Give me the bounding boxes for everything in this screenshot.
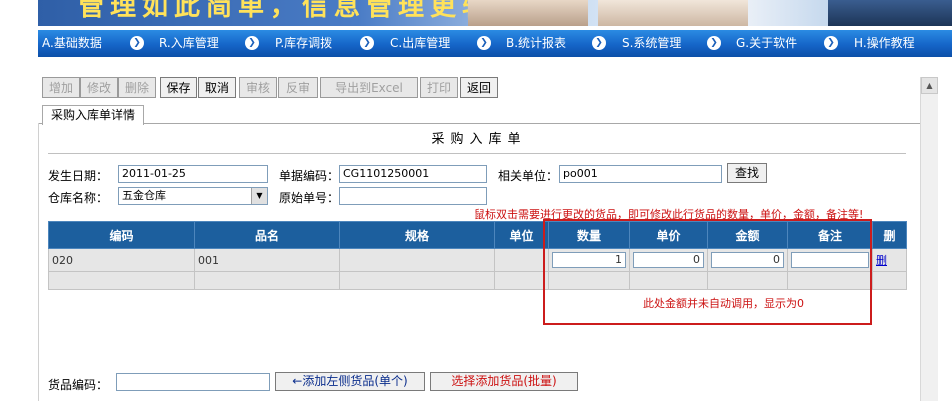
original-number-field[interactable]: [339, 187, 487, 205]
edit-button[interactable]: 修改: [80, 77, 118, 98]
original-number-label: 原始单号：: [279, 191, 340, 205]
menu-item-tutorial[interactable]: H.操作教程: [854, 30, 915, 57]
banner-photo: [828, 0, 952, 26]
col-header-unit: 单位: [494, 221, 549, 249]
chevron-right-icon: ❯: [824, 36, 838, 50]
form-title: 采购入库单: [431, 132, 527, 147]
menu-item-about[interactable]: G.关于软件: [736, 30, 797, 57]
delete-row-link[interactable]: 删: [876, 254, 887, 267]
col-header-code: 编码: [48, 221, 195, 249]
tab-purchase-detail[interactable]: 采购入库单详情: [42, 105, 145, 125]
goods-code-label: 货品编码：: [48, 378, 109, 392]
cell-delete: 删: [872, 248, 907, 272]
audit-button[interactable]: 审核: [239, 77, 277, 98]
col-header-spec: 规格: [339, 221, 495, 249]
print-button[interactable]: 打印: [420, 77, 458, 98]
date-label: 发生日期：: [48, 169, 109, 183]
chevron-right-icon: ❯: [360, 36, 374, 50]
chevron-right-icon: ❯: [130, 36, 144, 50]
add-left-goods-button[interactable]: ←添加左侧货品(单个): [275, 372, 425, 391]
back-button[interactable]: 返回: [460, 77, 498, 98]
cell-code: 020: [48, 248, 195, 272]
vertical-scrollbar[interactable]: ▲: [920, 77, 938, 401]
warehouse-value: 五金仓库: [122, 189, 166, 202]
divider: [48, 153, 906, 154]
code-field[interactable]: CG1101250001: [339, 165, 487, 183]
banner-photo: [598, 0, 748, 26]
menu-item-stock-in[interactable]: R.入库管理: [159, 30, 219, 57]
chevron-right-icon: ❯: [592, 36, 606, 50]
menu-item-reports[interactable]: B.统计报表: [506, 30, 566, 57]
delete-button[interactable]: 删除: [118, 77, 156, 98]
cell-unit: [494, 248, 549, 272]
empty-cell: [872, 271, 907, 290]
header-banner: 管理如此简单，信息管理更轻松！: [38, 0, 952, 26]
main-menu-bar: A.基础数据 ❯ R.入库管理 ❯ P.库存调拨 ❯ C.出库管理 ❯ B.统计…: [38, 30, 952, 57]
empty-cell: [48, 271, 195, 290]
add-batch-goods-button[interactable]: 选择添加货品(批量): [430, 372, 578, 391]
menu-item-basic-data[interactable]: A.基础数据: [42, 30, 102, 57]
empty-cell: [339, 271, 495, 290]
unaudit-button[interactable]: 反审: [278, 77, 318, 98]
banner-photo: [468, 0, 588, 26]
cell-name: 001: [194, 248, 340, 272]
warehouse-label: 仓库名称：: [48, 191, 109, 205]
chevron-down-icon[interactable]: ▼: [251, 188, 267, 204]
export-excel-button[interactable]: 导出到Excel: [320, 77, 418, 98]
warehouse-select[interactable]: 五金仓库 ▼: [118, 187, 268, 205]
code-label: 单据编码：: [279, 169, 340, 183]
find-button[interactable]: 查找: [727, 163, 767, 183]
col-header-delete: 删: [872, 221, 907, 249]
empty-cell: [494, 271, 549, 290]
goods-code-field[interactable]: [116, 373, 270, 391]
chevron-right-icon: ❯: [477, 36, 491, 50]
annotation-text: 此处金额并未自动调用，显示为0: [643, 297, 804, 310]
scroll-up-icon[interactable]: ▲: [921, 77, 938, 94]
menu-item-stock-out[interactable]: C.出库管理: [390, 30, 450, 57]
save-button[interactable]: 保存: [160, 77, 197, 98]
cancel-button[interactable]: 取消: [198, 77, 236, 98]
menu-item-system[interactable]: S.系统管理: [622, 30, 681, 57]
related-unit-label: 相关单位：: [498, 169, 559, 183]
tab-strip: 采购入库单详情: [38, 103, 920, 125]
date-field[interactable]: 2011-01-25: [118, 165, 268, 183]
menu-item-transfer[interactable]: P.库存调拨: [275, 30, 332, 57]
cell-spec: [339, 248, 495, 272]
add-button[interactable]: 增加: [42, 77, 80, 98]
related-unit-field[interactable]: po001: [559, 165, 722, 183]
col-header-name: 品名: [194, 221, 340, 249]
chevron-right-icon: ❯: [245, 36, 259, 50]
chevron-right-icon: ❯: [707, 36, 721, 50]
empty-cell: [194, 271, 340, 290]
